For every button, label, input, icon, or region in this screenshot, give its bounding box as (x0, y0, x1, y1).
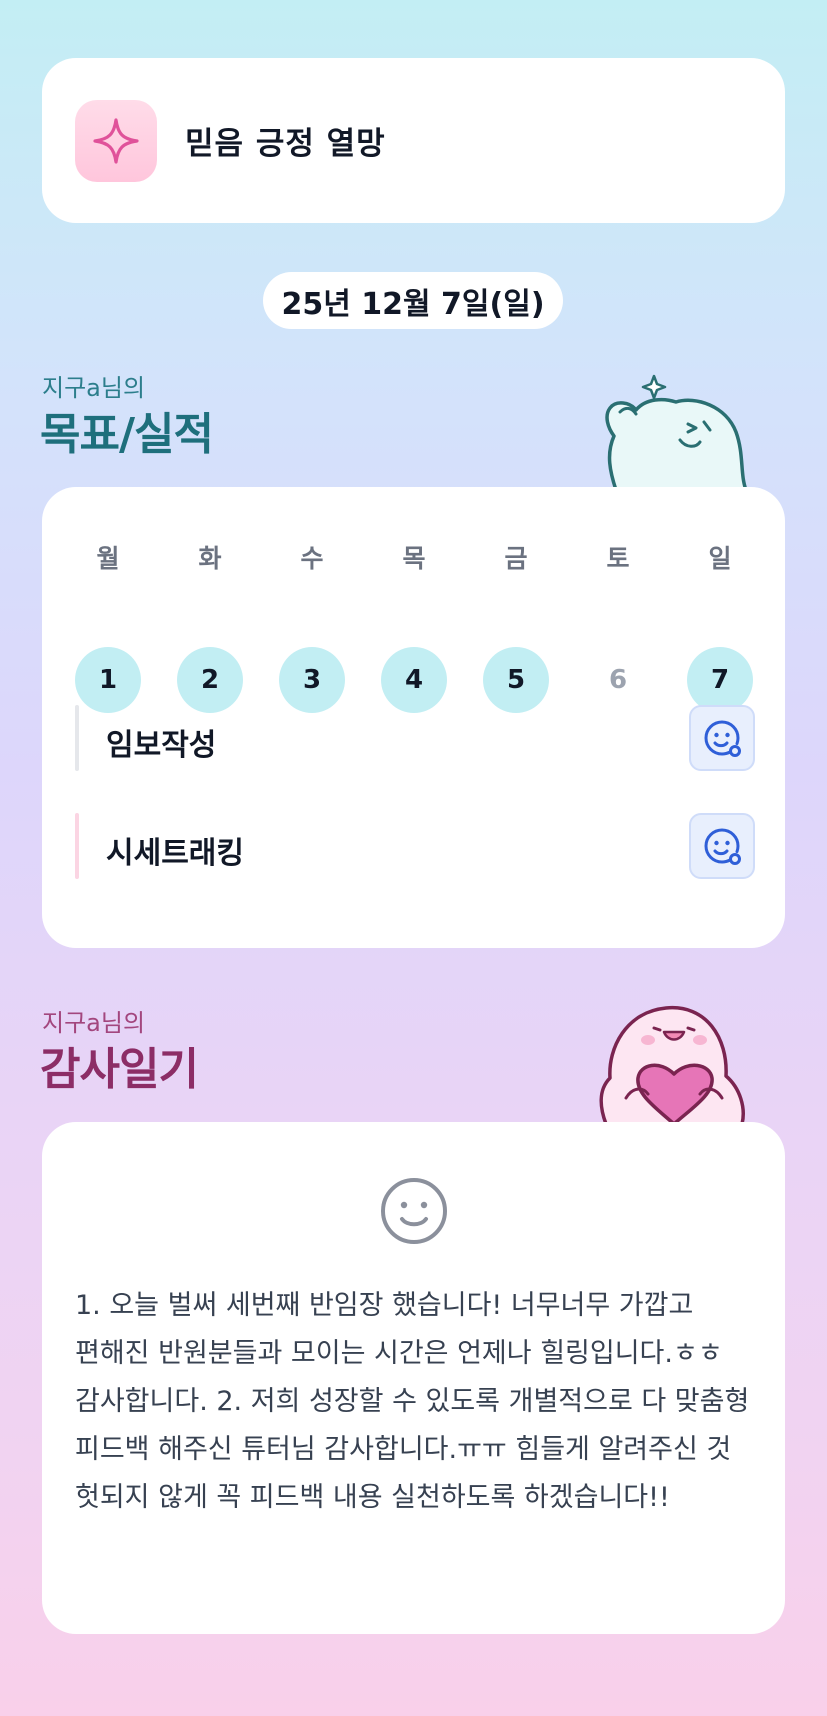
gratitude-title: 감사일기 (40, 1044, 199, 1095)
motto-card: 믿음 긍정 열망 (42, 58, 785, 223)
task-bar (75, 705, 79, 771)
gratitude-card: 1. 오늘 벌써 세번째 반임장 했습니다! 너무너무 가깝고 편해진 반원분들… (42, 1122, 785, 1634)
day-number[interactable]: 7 (687, 647, 753, 713)
teal-mascot-illustration (605, 374, 748, 490)
task-reaction-button[interactable] (689, 813, 755, 879)
smiley-add-icon (704, 720, 741, 757)
task-label: 임보작성 (106, 728, 217, 763)
day-label: 토 (606, 544, 630, 573)
goals-card: 월 1 화 2 수 3 목 4 금 5 토 6 일 7 임보작성 시세트래킹 (42, 487, 785, 948)
pink-mascot-illustration (599, 1006, 745, 1124)
task-item[interactable]: 시세트래킹 (75, 813, 755, 879)
day-number[interactable]: 2 (177, 647, 243, 713)
sparkle-icon (93, 117, 139, 164)
task-item[interactable]: 임보작성 (75, 705, 755, 771)
task-reaction-button[interactable] (689, 705, 755, 771)
day-label: 수 (300, 544, 324, 573)
date-selector[interactable]: 25년 12월 7일(일) (263, 272, 563, 329)
day-number[interactable]: 6 (585, 647, 651, 713)
gratitude-entry-text: 1. 오늘 벌써 세번째 반임장 했습니다! 너무너무 가깝고 편해진 반원분들… (75, 1290, 750, 1513)
day-number[interactable]: 4 (381, 647, 447, 713)
day-label: 일 (708, 544, 732, 573)
day-label: 화 (198, 544, 222, 573)
day-number[interactable]: 5 (483, 647, 549, 713)
task-label: 시세트래킹 (106, 836, 244, 871)
day-number[interactable]: 1 (75, 647, 141, 713)
smiley-icon (381, 1178, 447, 1244)
task-bar (75, 813, 79, 879)
motto-title: 믿음 긍정 열망 (185, 126, 386, 162)
day-label: 금 (504, 544, 528, 573)
week-calendar: 월 1 화 2 수 3 목 4 금 5 토 6 일 7 (75, 539, 755, 713)
sparkle-badge (75, 99, 157, 182)
goals-title: 목표/실적 (40, 409, 214, 460)
day-label: 월 (96, 544, 120, 573)
smiley-add-icon (704, 828, 741, 865)
day-label: 목 (402, 544, 426, 573)
day-number[interactable]: 3 (279, 647, 345, 713)
